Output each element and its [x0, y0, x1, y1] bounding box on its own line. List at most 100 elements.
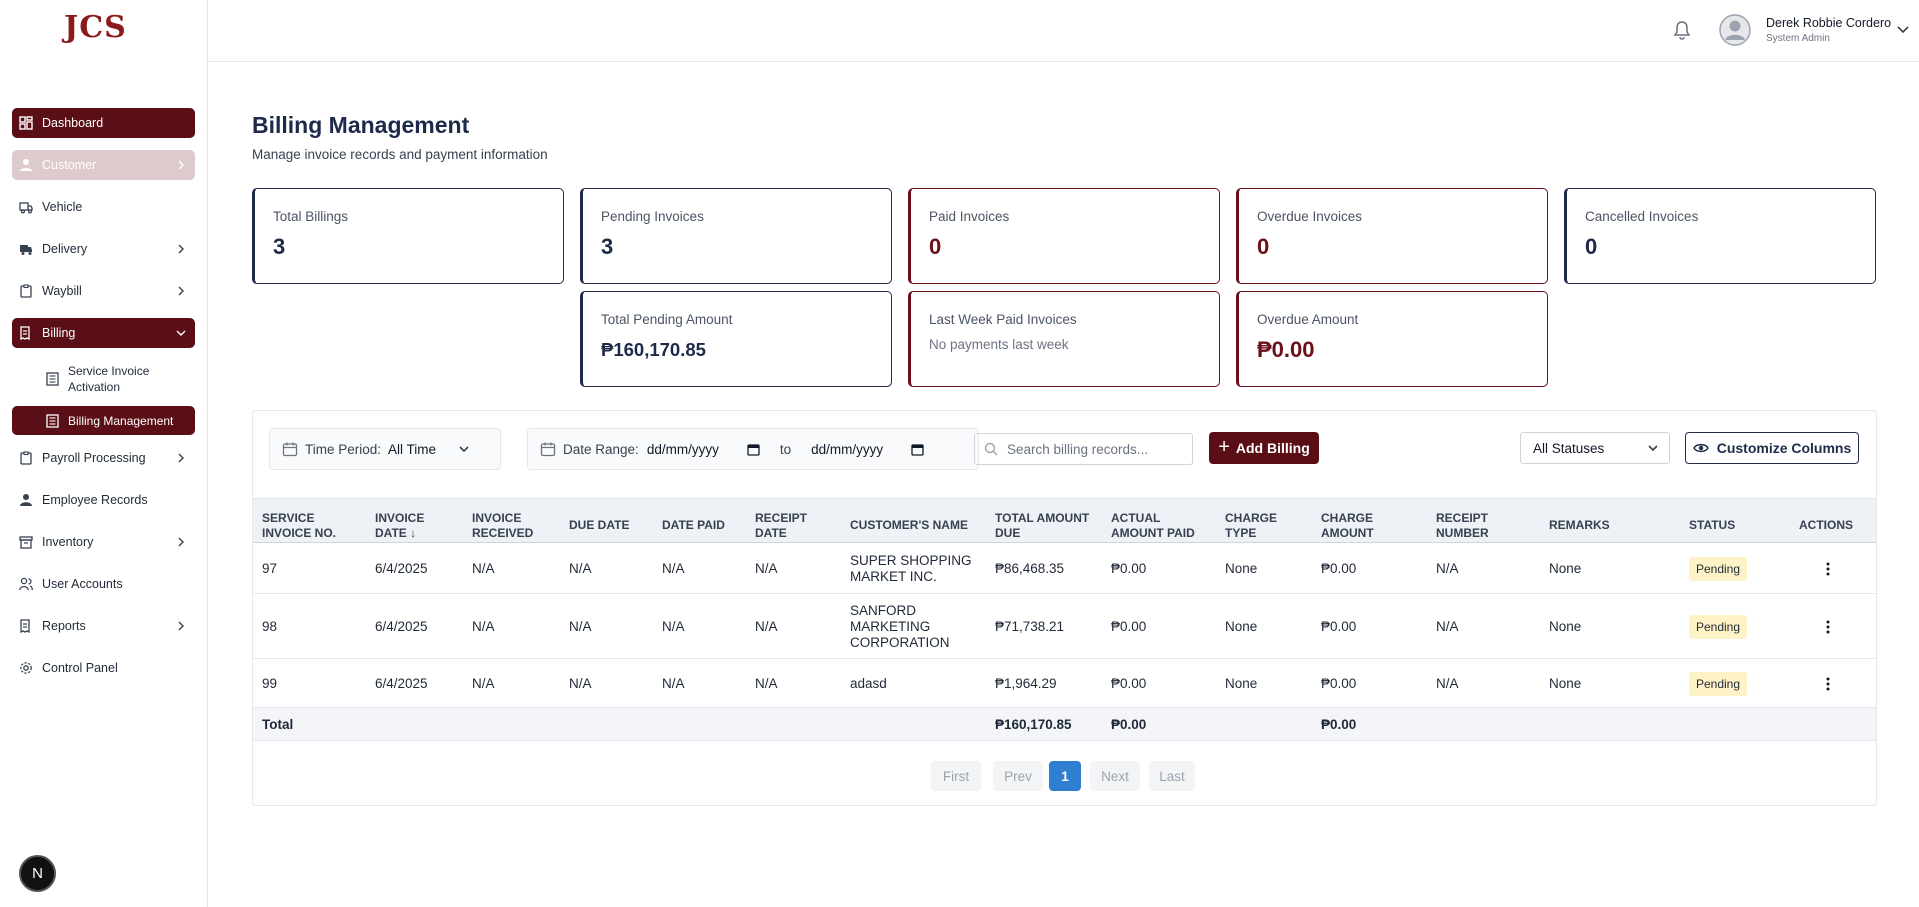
total-actual-paid: ₱0.00 [1111, 717, 1147, 732]
cell-remarks: None [1549, 619, 1582, 634]
date-range-filter: Date Range: dd/mm/yyyy to dd/mm/yyyy [527, 428, 979, 470]
stat-label: Overdue Invoices [1257, 209, 1363, 224]
calendar-icon [540, 442, 556, 457]
chevron-right-icon [178, 244, 184, 254]
col-header-due-date[interactable]: DUE DATE [569, 518, 629, 533]
status-badge: Pending [1689, 557, 1747, 581]
app-root: JCS Dashboard Customer Vehicle Delivery [0, 0, 1919, 907]
receipt-icon [20, 326, 30, 340]
cell-actual-paid: ₱0.00 [1111, 619, 1147, 634]
sidebar-item-payroll[interactable]: Payroll Processing [12, 443, 195, 473]
col-header-status[interactable]: STATUS [1689, 518, 1735, 533]
col-header-receipt-date[interactable]: RECEIPT DATE [755, 511, 807, 541]
cell-receipt-date: N/A [755, 676, 778, 691]
date-to-label: to [779, 441, 792, 457]
stat-label: Cancelled Invoices [1585, 209, 1699, 224]
document-icon [46, 372, 59, 386]
cell-date-paid: N/A [662, 619, 685, 634]
more-actions-icon[interactable] [1825, 619, 1831, 635]
customize-columns-button[interactable]: Customize Columns [1685, 432, 1859, 464]
chevron-right-icon [178, 453, 184, 463]
search-input[interactable]: Search billing records... [974, 433, 1193, 465]
col-header-remarks[interactable]: REMARKS [1549, 518, 1610, 533]
pagination-last-button[interactable]: Last [1149, 761, 1195, 791]
time-period-value: All Time [388, 441, 437, 457]
date-to-input[interactable]: dd/mm/yyyy [811, 442, 924, 457]
cell-receipt-number: N/A [1436, 619, 1459, 634]
sidebar-item-reports[interactable]: Reports [12, 611, 195, 641]
col-header-receipt-number[interactable]: RECEIPT NUMBER [1436, 511, 1489, 541]
sidebar-item-waybill[interactable]: Waybill [12, 276, 195, 306]
sidebar-item-employee-records[interactable]: Employee Records [12, 485, 195, 515]
sidebar-item-inventory[interactable]: Inventory [12, 527, 195, 557]
add-billing-button[interactable]: + Add Billing [1209, 432, 1319, 464]
bell-icon[interactable] [1673, 20, 1691, 40]
stat-card-paid-invoices: Paid Invoices 0 [908, 188, 1220, 284]
sidebar-item-label: Service Invoice Activation [68, 364, 150, 394]
date-from-value: dd/mm/yyyy [646, 441, 719, 457]
sidebar-item-delivery[interactable]: Delivery [12, 234, 195, 264]
col-header-date-paid[interactable]: DATE PAID [662, 518, 725, 533]
stat-label: Pending Invoices [601, 209, 704, 224]
total-label: Total [262, 717, 294, 732]
sidebar-item-billing[interactable]: Billing [12, 318, 195, 348]
col-header-charge-amount[interactable]: CHARGE AMOUNT [1321, 511, 1374, 541]
cell-due-date: N/A [569, 676, 592, 691]
col-header-customer-name[interactable]: CUSTOMER'S NAME [850, 518, 968, 533]
cell-customer-name: adasd [850, 676, 887, 691]
cell-invoice-date: 6/4/2025 [375, 676, 428, 691]
sidebar-subitem-service-invoice-activation[interactable]: Service Invoice Activation [12, 360, 195, 398]
cell-receipt-number: N/A [1436, 676, 1459, 691]
sidebar-item-customer[interactable]: Customer [12, 150, 195, 180]
pagination-next-button[interactable]: Next [1090, 761, 1140, 791]
clipboard-icon [20, 451, 32, 465]
col-header-invoice-received[interactable]: INVOICE RECEIVED [472, 511, 533, 541]
pagination-prev-button[interactable]: Prev [993, 761, 1043, 791]
stat-value: 3 [273, 234, 286, 259]
cell-customer-name: SANFORD MARKETING CORPORATION [850, 603, 950, 650]
truck-icon [19, 202, 33, 214]
employee-icon [20, 494, 32, 506]
pagination-first-button[interactable]: First [931, 761, 981, 791]
more-actions-icon[interactable] [1825, 676, 1831, 692]
sidebar-item-vehicle[interactable]: Vehicle [12, 192, 195, 222]
col-header-charge-type[interactable]: CHARGE TYPE [1225, 511, 1277, 541]
sidebar-item-user-accounts[interactable]: User Accounts [12, 569, 195, 599]
stat-card-last-week-paid: Last Week Paid Invoices No payments last… [908, 291, 1220, 387]
sidebar-subitem-billing-management[interactable]: Billing Management [12, 406, 195, 435]
stat-value: 0 [929, 234, 942, 259]
col-header-actual-amount-paid[interactable]: ACTUAL AMOUNT PAID [1111, 511, 1195, 541]
table-row[interactable]: 99 6/4/2025 N/A N/A N/A N/A adasd ₱1,964… [253, 660, 1876, 708]
time-period-filter[interactable]: Time Period: All Time [269, 428, 501, 470]
cell-due-date: N/A [569, 561, 592, 576]
status-select[interactable]: All Statuses [1520, 432, 1670, 464]
status-select-value: All Statuses [1533, 440, 1605, 456]
more-actions-icon[interactable] [1825, 561, 1831, 577]
table-row[interactable]: 98 6/4/2025 N/A N/A N/A N/A SANFORD MARKE… [253, 595, 1876, 659]
col-header-invoice-date[interactable]: INVOICE DATE ↓ [375, 511, 424, 541]
search-placeholder: Search billing records... [1007, 441, 1149, 457]
date-from-input[interactable]: dd/mm/yyyy [647, 442, 760, 457]
sidebar-item-label: Billing Management [68, 413, 174, 428]
sidebar-item-dashboard[interactable]: Dashboard [12, 108, 195, 138]
col-header-total-amount-due[interactable]: TOTAL AMOUNT DUE [995, 511, 1089, 541]
table-header: SERVICE INVOICE NO. INVOICE DATE ↓ INVOICE… [253, 498, 1876, 543]
cell-invoice-no: 97 [262, 561, 278, 576]
avatar[interactable] [1719, 14, 1751, 46]
cell-invoice-date: 6/4/2025 [375, 561, 428, 576]
customize-columns-label: Customize Columns [1716, 440, 1852, 456]
document-icon [46, 414, 59, 428]
n-badge-button[interactable]: N [19, 855, 56, 892]
sidebar-item-label: Delivery [42, 242, 88, 256]
table-row[interactable]: 97 6/4/2025 N/A N/A N/A N/A SUPER SHOPPI… [253, 544, 1876, 594]
chevron-down-icon[interactable] [1897, 25, 1909, 35]
cell-total-due: ₱71,738.21 [995, 619, 1065, 634]
chevron-right-icon [178, 537, 184, 547]
chevron-right-icon [178, 160, 184, 170]
pagination-page-button[interactable]: 1 [1049, 761, 1081, 791]
date-range-label: Date Range: [563, 441, 639, 457]
sidebar-item-label: Vehicle [42, 200, 83, 214]
col-header-invoice-no[interactable]: SERVICE INVOICE NO. [262, 511, 336, 541]
sidebar-item-label: User Accounts [42, 577, 123, 591]
sidebar-item-control-panel[interactable]: Control Panel [12, 653, 195, 683]
